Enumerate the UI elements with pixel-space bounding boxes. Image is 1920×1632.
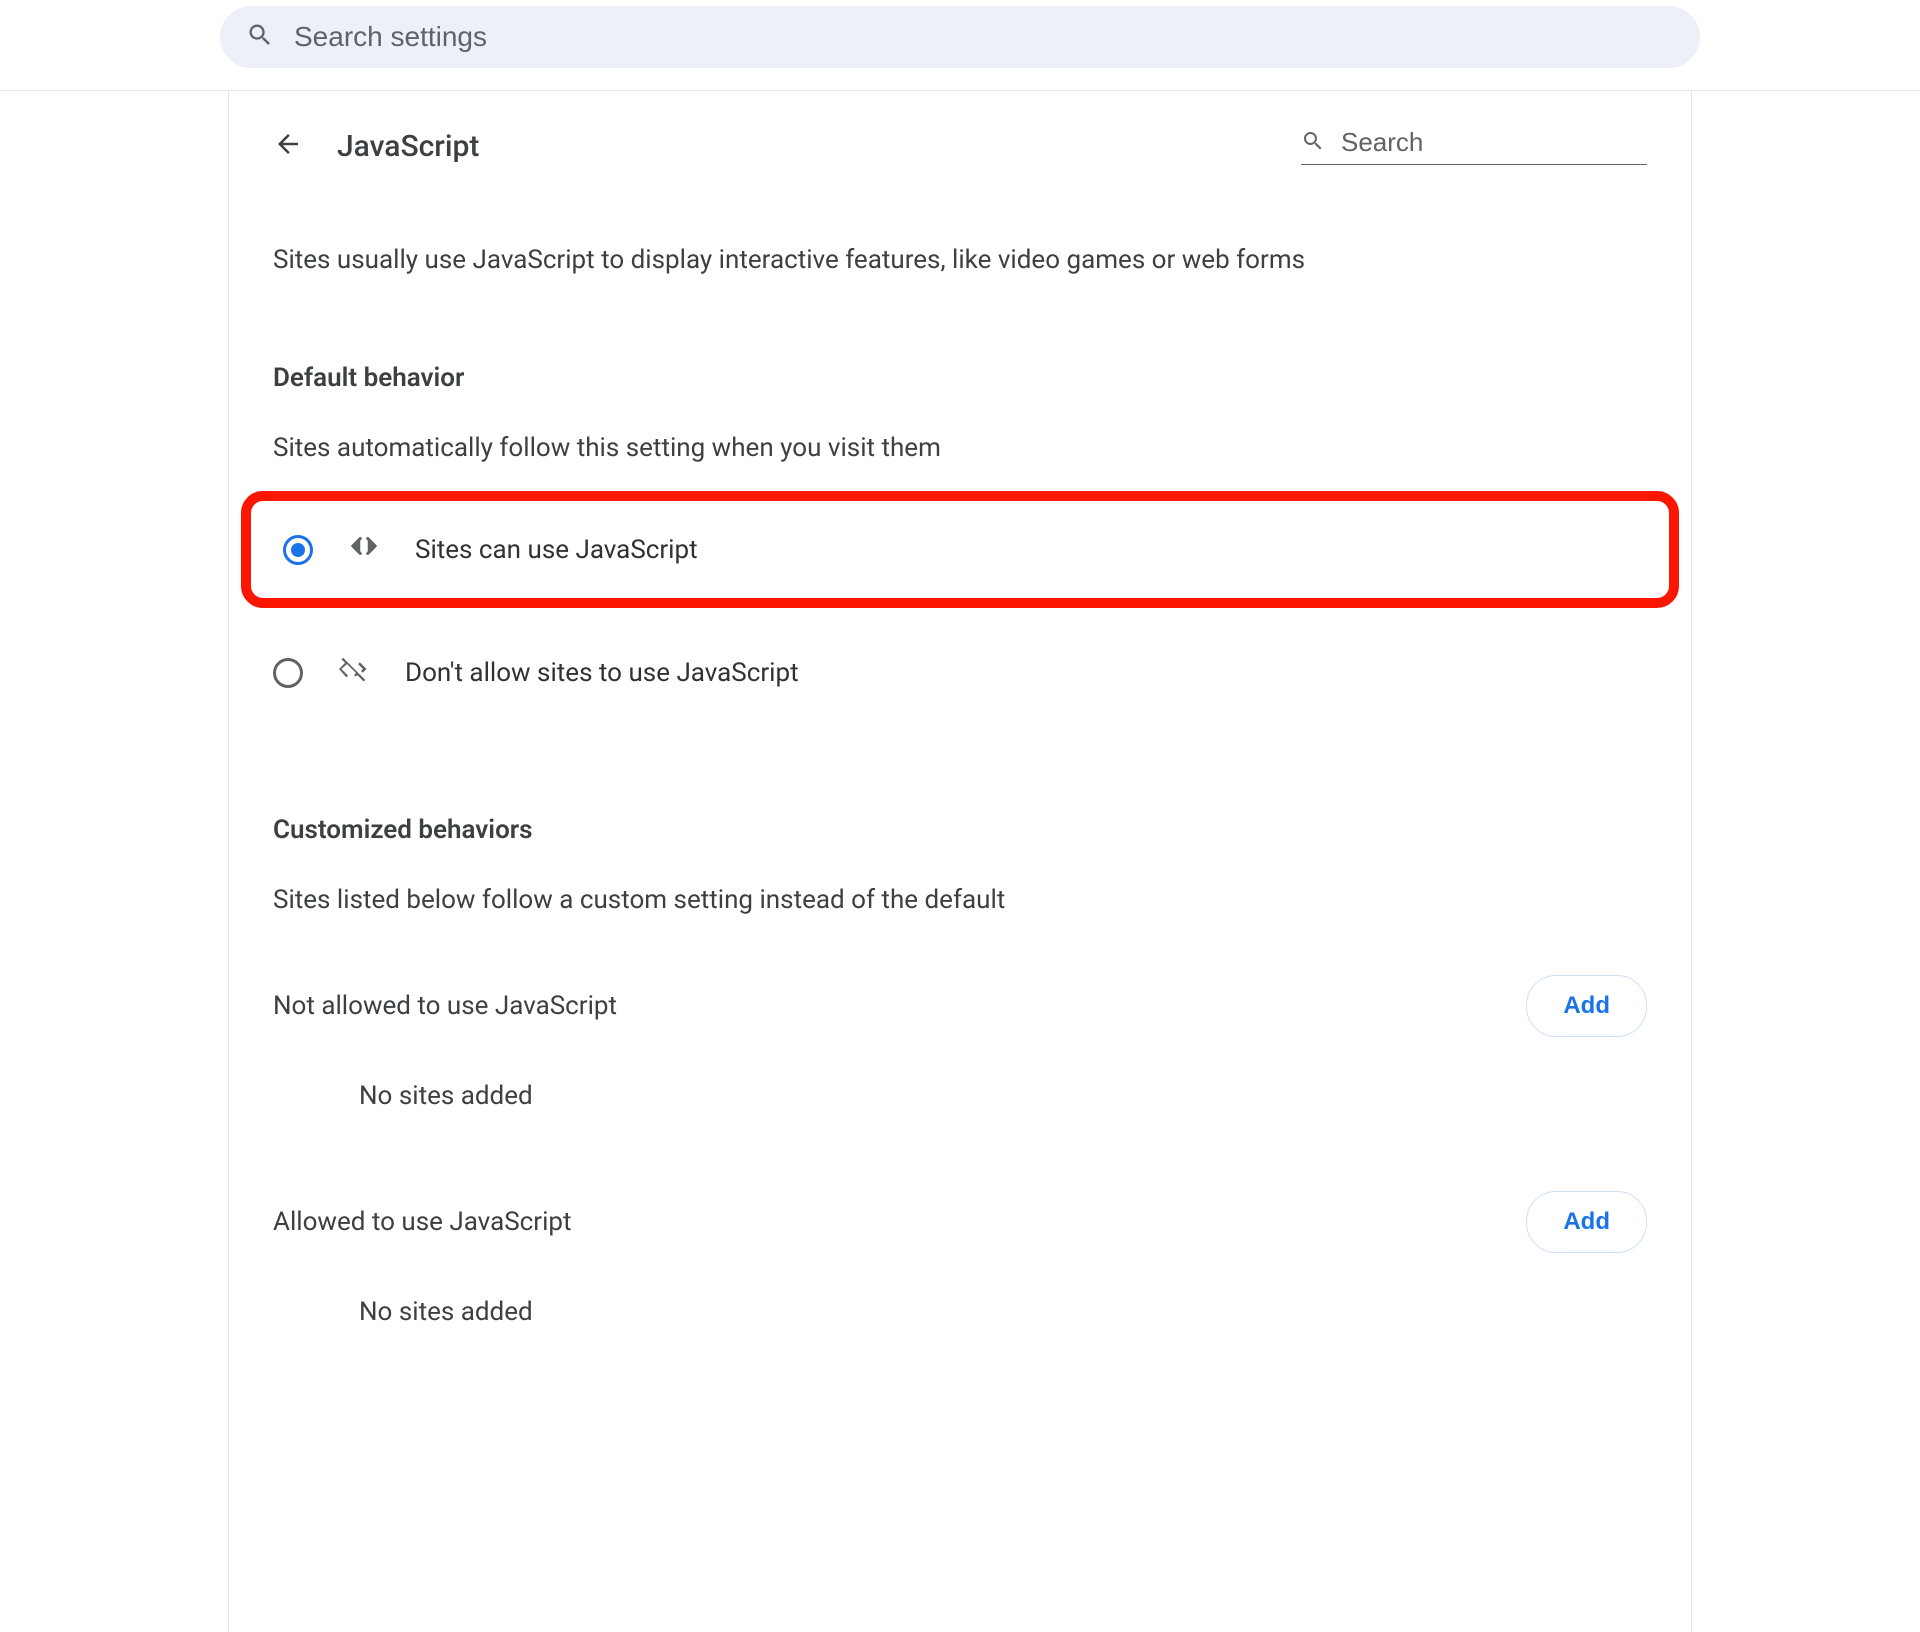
add-allow-site-button[interactable]: Add xyxy=(1526,1191,1647,1253)
option-allow-js[interactable]: Sites can use JavaScript xyxy=(283,531,1637,568)
allow-list-label: Allowed to use JavaScript xyxy=(273,1207,572,1237)
block-list-label: Not allowed to use JavaScript xyxy=(273,991,617,1021)
option-block-js-label: Don't allow sites to use JavaScript xyxy=(405,658,799,688)
inline-search-input[interactable] xyxy=(1341,127,1676,158)
block-list-row: Not allowed to use JavaScript Add xyxy=(273,975,1647,1037)
page-header: JavaScript xyxy=(273,127,1647,165)
page-header-left: JavaScript xyxy=(273,129,479,164)
customized-heading: Customized behaviors xyxy=(273,815,1647,845)
code-off-icon xyxy=(339,654,369,691)
option-allow-js-label: Sites can use JavaScript xyxy=(415,535,698,565)
search-icon xyxy=(246,21,274,53)
option-block-js[interactable]: Don't allow sites to use JavaScript xyxy=(273,626,1647,719)
search-icon xyxy=(1301,129,1325,157)
default-behavior-sub: Sites automatically follow this setting … xyxy=(273,433,1647,463)
main-wrap: JavaScript Sites usually use JavaScript … xyxy=(0,91,1920,1631)
page-title: JavaScript xyxy=(337,129,479,164)
allow-list-row: Allowed to use JavaScript Add xyxy=(273,1191,1647,1253)
top-search-bar xyxy=(0,0,1920,91)
radio-unselected-icon xyxy=(273,658,303,688)
settings-card: JavaScript Sites usually use JavaScript … xyxy=(228,91,1692,1631)
allow-list-empty: No sites added xyxy=(273,1297,1647,1327)
settings-search-input[interactable] xyxy=(294,21,1674,53)
code-icon xyxy=(349,531,379,568)
radio-selected-icon xyxy=(283,535,313,565)
intro-text: Sites usually use JavaScript to display … xyxy=(273,245,1647,275)
top-search[interactable] xyxy=(220,6,1700,68)
customized-sub: Sites listed below follow a custom setti… xyxy=(273,885,1647,915)
add-block-site-button[interactable]: Add xyxy=(1526,975,1647,1037)
block-list-empty: No sites added xyxy=(273,1081,1647,1111)
default-behavior-heading: Default behavior xyxy=(273,363,1647,393)
inline-search[interactable] xyxy=(1301,127,1647,165)
highlighted-option: Sites can use JavaScript xyxy=(241,491,1679,608)
back-arrow-icon[interactable] xyxy=(273,129,303,163)
